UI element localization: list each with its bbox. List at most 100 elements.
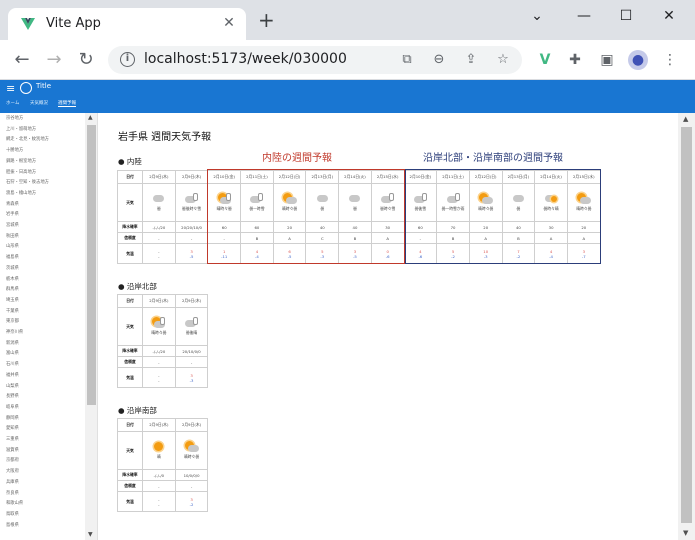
row-label: 降水確率 xyxy=(117,221,143,233)
sidebar-item[interactable]: 大阪府 xyxy=(6,468,19,474)
table-row: 日付 2月9日(木) 2月9日(木) xyxy=(117,418,209,432)
sidebar-item[interactable]: 福島県 xyxy=(6,254,19,260)
sidebar-item[interactable]: 新潟県 xyxy=(6,340,19,346)
sidebar-item[interactable]: 富山県 xyxy=(6,350,19,356)
row-label: 日付 xyxy=(117,170,143,184)
sidebar-item[interactable]: 長野県 xyxy=(6,393,19,399)
sidebar-scroll-thumb[interactable] xyxy=(87,125,96,405)
sidebar-item[interactable]: 岩手県 xyxy=(6,211,19,217)
sidebar-item[interactable]: 島根県 xyxy=(6,522,19,528)
app-logo-icon xyxy=(20,82,32,94)
sidebar-item[interactable]: 神奈川県 xyxy=(6,329,23,335)
table-row: 気温 - -3 -3 xyxy=(117,367,209,388)
translate-icon[interactable]: ⧉ xyxy=(398,51,416,69)
address-bar[interactable]: i localhost:5173/week/030000 ⧉ ⊖ ⇪ ☆ xyxy=(108,46,522,74)
sidebar-item[interactable]: 福井県 xyxy=(6,372,19,378)
table-cell: 10/0/0/0 xyxy=(174,469,209,481)
sidebar-item[interactable]: 奈良県 xyxy=(6,490,19,496)
share-icon[interactable]: ⇪ xyxy=(462,51,480,69)
sidebar-item[interactable]: 千葉県 xyxy=(6,308,19,314)
zoom-icon[interactable]: ⊖ xyxy=(430,51,448,69)
sidebar-item[interactable]: 茨城県 xyxy=(6,265,19,271)
sidebar-item[interactable]: 胆振・日高地方 xyxy=(6,169,36,175)
bookmark-star-icon[interactable]: ☆ xyxy=(494,51,512,69)
pop-text: 20/20/10/0 xyxy=(181,224,202,230)
table-cell: - xyxy=(174,356,209,368)
sidebar-item[interactable]: 山梨県 xyxy=(6,383,19,389)
sidebar-item[interactable]: 石狩・空知・後志地方 xyxy=(6,179,49,185)
sidebar-item[interactable]: 渡島・檜山地方 xyxy=(6,190,36,196)
sidebar-item[interactable]: 釧路・根室地方 xyxy=(6,158,36,164)
sidebar-item[interactable]: 和歌山県 xyxy=(6,500,23,506)
table-cell: 3 -5 xyxy=(174,243,209,264)
sidebar-item[interactable]: 網走・北見・紋別地方 xyxy=(6,136,49,142)
date-text: 2月9日(木) xyxy=(149,422,169,427)
main-scrollbar[interactable]: ▲ ▼ xyxy=(678,113,695,540)
extensions-puzzle-icon[interactable]: ✚ xyxy=(565,50,585,70)
table-row: 信頼度 - - xyxy=(117,480,209,492)
sidebar-item[interactable]: 秋田県 xyxy=(6,233,19,239)
nav-weekly[interactable]: 週間予報 xyxy=(58,100,76,107)
sidebar-item[interactable]: 東京都 xyxy=(6,318,19,324)
info-icon[interactable]: i xyxy=(120,52,135,67)
table-cell: -/-/-/20 xyxy=(142,221,176,233)
cloud-snow-weather-icon xyxy=(185,193,199,204)
main-scroll-down-icon[interactable]: ▼ xyxy=(683,529,688,537)
minimize-button[interactable]: — xyxy=(569,6,599,26)
main-content: 岩手県 週間天気予報 内陸の週間予報 沿岸北部・沿岸南部の週間予報 ● 内陸 ●… xyxy=(98,113,678,540)
profile-avatar-icon[interactable]: ● xyxy=(628,50,648,70)
table-cell: 2月9日(木) xyxy=(142,170,176,184)
pop-text: 20/10/0/0 xyxy=(182,348,201,354)
section-south-coast-label: ● 沿岸南部 xyxy=(118,406,157,415)
sidebar-item[interactable]: 栃木県 xyxy=(6,276,19,282)
sidebar-scrollbar[interactable]: ▲ ▼ xyxy=(85,113,97,540)
forward-arrow-icon[interactable]: → xyxy=(44,50,64,70)
nav-home[interactable]: ホーム xyxy=(6,100,19,106)
sidebar-item[interactable]: 山形県 xyxy=(6,243,19,249)
date-text: 2月9日(木) xyxy=(181,298,202,303)
sidebar-item[interactable]: 静岡県 xyxy=(6,415,19,421)
sidebar-item[interactable]: 兵庫県 xyxy=(6,479,19,485)
tab-search-icon[interactable]: ⌄ xyxy=(522,6,552,26)
sidebar-item[interactable]: 上川・留萌地方 xyxy=(6,126,36,132)
sidebar-item[interactable]: 岐阜県 xyxy=(6,404,19,410)
coast-heading: 沿岸北部・沿岸南部の週間予報 xyxy=(423,153,563,164)
app-title: Title xyxy=(36,82,52,90)
vue-devtools-icon[interactable]: V xyxy=(535,50,555,70)
maximize-button[interactable]: ☐ xyxy=(611,6,641,26)
sidebar-item[interactable]: 十勝地方 xyxy=(6,147,23,153)
side-panel-icon[interactable]: ▣ xyxy=(597,50,617,70)
sidebar-item[interactable]: 群馬県 xyxy=(6,286,19,292)
reload-icon[interactable]: ↻ xyxy=(76,50,96,70)
sidebar-item[interactable]: 宗谷地方 xyxy=(6,115,23,121)
sidebar-item[interactable]: 宮城県 xyxy=(6,222,19,228)
reliability-text: - xyxy=(190,359,193,365)
sidebar-item[interactable]: 京都府 xyxy=(6,457,19,463)
sidebar-item[interactable]: 鳥取県 xyxy=(6,511,19,517)
forecast-table: 日付 2月9日(木) 2月9日(木) 天気晴 晴時々曇 降水確率 -/-/-/0 10/0/0… xyxy=(117,418,209,512)
nav-overview[interactable]: 天気概況 xyxy=(30,100,48,106)
back-arrow-icon[interactable]: ← xyxy=(12,50,32,70)
table-cell: - xyxy=(142,480,176,492)
sidebar-item[interactable]: 愛知県 xyxy=(6,425,19,431)
tab-close-icon[interactable]: ✕ xyxy=(220,14,238,32)
browser-tab[interactable]: Vite App ✕ xyxy=(8,8,246,40)
sidebar-item[interactable]: 三重県 xyxy=(6,436,19,442)
reliability-text: - xyxy=(158,359,160,365)
table-cell: 2月9日(木) xyxy=(174,294,209,308)
scroll-down-icon[interactable]: ▼ xyxy=(88,531,93,538)
sidebar-item[interactable]: 青森県 xyxy=(6,201,19,207)
section-north-coast-label: ● 沿岸北部 xyxy=(118,282,157,291)
main-scroll-thumb[interactable] xyxy=(681,127,692,523)
new-tab-button[interactable]: + xyxy=(258,10,275,30)
hamburger-menu-icon[interactable]: ≡ xyxy=(6,82,15,95)
menu-kebab-icon[interactable]: ⋮ xyxy=(660,50,680,70)
scroll-up-icon[interactable]: ▲ xyxy=(88,114,93,121)
sidebar-item[interactable]: 滋賀県 xyxy=(6,447,19,453)
sidebar-item[interactable]: 石川県 xyxy=(6,361,19,367)
sidebar-item[interactable]: 埼玉県 xyxy=(6,297,19,303)
url-text[interactable]: localhost:5173/week/030000 xyxy=(144,51,347,67)
table-cell: 2月9日(木) xyxy=(174,418,209,432)
main-scroll-up-icon[interactable]: ▲ xyxy=(683,115,688,123)
close-window-button[interactable]: ✕ xyxy=(654,6,684,26)
